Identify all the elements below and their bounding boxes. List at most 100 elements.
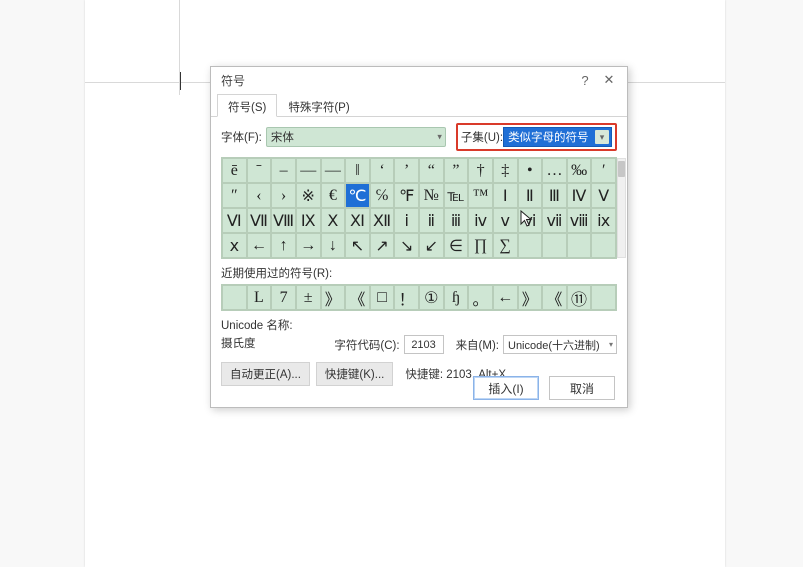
recent-cell[interactable] [222, 285, 247, 310]
char-cell[interactable]: Ⅶ [247, 208, 272, 233]
char-cell[interactable] [591, 233, 616, 258]
char-cell[interactable]: ※ [296, 183, 321, 208]
char-cell[interactable]: ⅸ [591, 208, 616, 233]
recent-cell[interactable]: ɧ [444, 285, 469, 310]
char-cell[interactable]: ∏ [468, 233, 493, 258]
char-cell[interactable]: № [419, 183, 444, 208]
char-cell[interactable] [542, 233, 567, 258]
char-cell[interactable]: ‡ [493, 158, 518, 183]
char-cell[interactable] [518, 233, 543, 258]
char-cell[interactable]: Ⅸ [296, 208, 321, 233]
recent-cell[interactable]: 》 [518, 285, 543, 310]
char-cell[interactable]: ‹ [247, 183, 272, 208]
recent-cell[interactable]: 《 [345, 285, 370, 310]
char-cell[interactable]: Ⅵ [222, 208, 247, 233]
char-cell[interactable]: ‰ [567, 158, 592, 183]
dialog-titlebar[interactable]: 符号 ? ✕ [211, 67, 627, 93]
char-cell[interactable]: ⅰ [394, 208, 419, 233]
char-cell[interactable]: ↗ [370, 233, 395, 258]
char-cell[interactable]: Ⅷ [271, 208, 296, 233]
subset-select[interactable]: 类似字母的符号 ▾ [503, 127, 612, 147]
close-button[interactable]: ✕ [597, 72, 621, 88]
char-cell[interactable]: ↙ [419, 233, 444, 258]
char-cell[interactable]: ⅳ [468, 208, 493, 233]
char-cell[interactable]: Ⅻ [370, 208, 395, 233]
dialog-title: 符号 [221, 72, 573, 89]
recent-cell[interactable]: ± [296, 285, 321, 310]
char-cell[interactable]: ™ [468, 183, 493, 208]
char-cell[interactable]: ∈ [444, 233, 469, 258]
character-grid[interactable]: ēˉ–—―‖‘’“”†‡•…‰′ ″‹›※€℃℅℉№℡™ⅠⅡⅢⅣⅤ ⅥⅦⅧⅨⅩⅪⅫⅰ… [221, 157, 617, 259]
char-cell[interactable]: ′ [591, 158, 616, 183]
char-cell[interactable]: ⅱ [419, 208, 444, 233]
char-cell[interactable]: › [271, 183, 296, 208]
char-cell[interactable]: ← [247, 233, 272, 258]
char-cell[interactable]: € [321, 183, 346, 208]
char-cell[interactable]: ’ [394, 158, 419, 183]
help-button[interactable]: ? [573, 73, 597, 88]
scrollbar-track[interactable] [617, 158, 626, 258]
char-cell[interactable]: ē [222, 158, 247, 183]
from-select[interactable]: Unicode(十六进制) ▾ [503, 335, 617, 354]
char-cell[interactable]: ⅴ [493, 208, 518, 233]
recent-cell[interactable]: L [247, 285, 272, 310]
recent-cell[interactable]: ⑪ [567, 285, 592, 310]
tab-symbols[interactable]: 符号(S) [217, 94, 277, 117]
char-cell[interactable]: ‖ [345, 158, 370, 183]
char-code-input[interactable]: 2103 [404, 335, 444, 354]
tab-special-chars[interactable]: 特殊字符(P) [277, 94, 360, 117]
insert-button[interactable]: 插入(I) [473, 376, 539, 400]
scrollbar-thumb[interactable] [618, 161, 625, 177]
char-cell[interactable]: ℃ [345, 183, 370, 208]
char-cell[interactable]: ↖ [345, 233, 370, 258]
recent-cell[interactable]: ！ [394, 285, 419, 310]
recent-cell[interactable]: 》 [321, 285, 346, 310]
char-cell[interactable]: “ [419, 158, 444, 183]
char-cell[interactable]: → [296, 233, 321, 258]
recent-cell[interactable]: 。 [468, 285, 493, 310]
char-cell[interactable]: Ⅳ [567, 183, 592, 208]
char-cell[interactable]: ↓ [321, 233, 346, 258]
char-cell[interactable]: – [271, 158, 296, 183]
char-cell[interactable]: ↘ [394, 233, 419, 258]
char-cell[interactable]: ” [444, 158, 469, 183]
chevron-down-icon: ▾ [437, 132, 442, 143]
char-cell[interactable]: ↑ [271, 233, 296, 258]
char-cell[interactable]: Ⅴ [591, 183, 616, 208]
recent-grid[interactable]: L7±》《□！①ɧ。←》《⑪ [221, 284, 617, 311]
char-cell[interactable]: ⅹ [222, 233, 247, 258]
char-cell[interactable] [567, 233, 592, 258]
char-cell[interactable]: ⅲ [444, 208, 469, 233]
char-cell[interactable]: ˉ [247, 158, 272, 183]
char-cell[interactable]: Ⅰ [493, 183, 518, 208]
char-cell[interactable]: Ⅲ [542, 183, 567, 208]
char-cell[interactable]: ― [321, 158, 346, 183]
cancel-button[interactable]: 取消 [549, 376, 615, 400]
char-cell[interactable]: ⅶ [542, 208, 567, 233]
char-cell[interactable]: ⅷ [567, 208, 592, 233]
char-cell[interactable]: ℡ [444, 183, 469, 208]
recent-cell[interactable]: 7 [271, 285, 296, 310]
char-cell[interactable]: ″ [222, 183, 247, 208]
char-cell[interactable]: ∑ [493, 233, 518, 258]
char-cell[interactable]: Ⅺ [345, 208, 370, 233]
subset-label: 子集(U): [461, 129, 503, 145]
char-cell[interactable]: … [542, 158, 567, 183]
recent-cell[interactable]: 《 [542, 285, 567, 310]
char-cell[interactable]: — [296, 158, 321, 183]
char-cell[interactable]: † [468, 158, 493, 183]
recent-cell[interactable]: ← [493, 285, 518, 310]
char-cell[interactable]: ‘ [370, 158, 395, 183]
char-cell[interactable]: Ⅱ [518, 183, 543, 208]
recent-cell[interactable] [591, 285, 616, 310]
recent-cell[interactable]: ① [419, 285, 444, 310]
char-cell[interactable]: ℉ [394, 183, 419, 208]
char-cell[interactable]: ⅵ [518, 208, 543, 233]
char-cell[interactable]: Ⅹ [321, 208, 346, 233]
font-select[interactable]: 宋体 ▾ [266, 127, 446, 147]
recent-cell[interactable]: □ [370, 285, 395, 310]
dialog-body: 字体(F): 宋体 ▾ 子集(U): 类似字母的符号 ▾ ēˉ–—―‖‘’“”†… [211, 117, 627, 386]
char-cell[interactable]: ℅ [370, 183, 395, 208]
char-cell[interactable]: • [518, 158, 543, 183]
unicode-name-label: Unicode 名称: [221, 317, 617, 333]
